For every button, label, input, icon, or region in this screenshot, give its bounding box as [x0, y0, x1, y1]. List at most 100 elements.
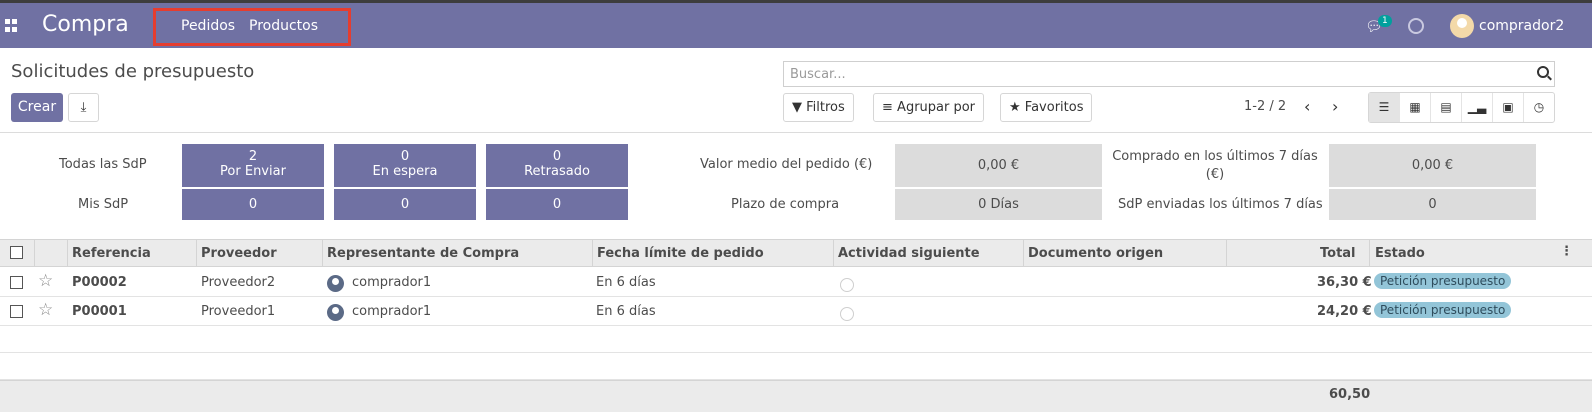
- tile-waiting[interactable]: 0 En espera: [334, 144, 476, 187]
- search-box: [783, 61, 1555, 87]
- app-brand[interactable]: Compra: [42, 12, 129, 37]
- tile-label: Por Enviar: [220, 164, 286, 179]
- download-icon: ⤓: [80, 100, 87, 115]
- favorites-label: Favoritos: [1024, 100, 1084, 115]
- column-separator: [1226, 240, 1227, 267]
- create-button[interactable]: Crear: [11, 93, 63, 122]
- column-separator: [196, 240, 197, 267]
- tile-my-waiting[interactable]: 0: [334, 189, 476, 220]
- buyer-avatar: [327, 275, 344, 292]
- user-name[interactable]: comprador2: [1479, 18, 1564, 34]
- pager-previous-icon[interactable]: ‹: [1304, 97, 1310, 116]
- row-vendor: Proveedor1: [201, 304, 276, 319]
- header-fecha-limite[interactable]: Fecha límite de pedido: [597, 246, 764, 261]
- page-title: Solicitudes de presupuesto: [11, 61, 255, 82]
- row-checkbox[interactable]: [10, 276, 23, 289]
- purchased-7d-label: Comprado en los últimos 7 días (€): [1112, 149, 1318, 182]
- footer-total: 60,50: [1329, 387, 1371, 402]
- lead-time-label: Plazo de compra: [731, 197, 840, 212]
- menu-item-pedidos[interactable]: Pedidos: [181, 18, 235, 34]
- column-separator: [833, 240, 834, 267]
- pager-value[interactable]: 1-2 / 2: [1244, 99, 1286, 114]
- tile-to-send[interactable]: 2 Por Enviar: [182, 144, 324, 187]
- activity-clock-icon[interactable]: [1408, 18, 1424, 34]
- row-reference: P00002: [72, 275, 127, 290]
- list-view-icon[interactable]: ☰: [1369, 93, 1400, 122]
- header-actividad[interactable]: Actividad siguiente: [838, 246, 980, 261]
- view-switcher: ☰ ▦ ▤ ▁▃ ▣ ◷: [1368, 92, 1555, 123]
- filters-button[interactable]: ▼ Filtros: [783, 93, 854, 122]
- status-badge: Petición presupuesto: [1374, 302, 1512, 318]
- search-input[interactable]: [784, 62, 1524, 86]
- list-bars-icon: ≡: [882, 100, 893, 115]
- menu-item-productos[interactable]: Productos: [249, 18, 318, 34]
- priority-star-icon[interactable]: ☆: [38, 271, 53, 291]
- star-icon: ★: [1009, 100, 1021, 115]
- column-separator: [34, 240, 35, 267]
- top-navbar: Compra Pedidos Productos 💬︎ 1 comprador2: [0, 0, 1592, 48]
- empty-row: [0, 353, 1592, 380]
- avg-order-value: 0,00 €: [895, 144, 1102, 187]
- status-badge: Petición presupuesto: [1374, 273, 1512, 289]
- row-deadline: En 6 días: [596, 304, 656, 319]
- tile-count: 2: [248, 149, 258, 164]
- header-representante[interactable]: Representante de Compra: [327, 246, 519, 261]
- pivot-view-icon[interactable]: ▤: [1431, 93, 1462, 122]
- select-all-checkbox[interactable]: [10, 246, 23, 259]
- header-proveedor[interactable]: Proveedor: [201, 246, 277, 261]
- table-row[interactable]: ☆ P00002 Proveedor2 comprador1 En 6 días…: [0, 268, 1592, 297]
- chat-badge: 1: [1378, 15, 1392, 27]
- apps-grid-icon[interactable]: [5, 19, 19, 33]
- download-button[interactable]: ⤓: [68, 93, 99, 122]
- table-row[interactable]: ☆ P00001 Proveedor1 comprador1 En 6 días…: [0, 297, 1592, 326]
- row-checkbox[interactable]: [10, 305, 23, 318]
- kanban-view-icon[interactable]: ▦: [1400, 93, 1431, 122]
- column-separator: [67, 240, 68, 267]
- filters-label: Filtros: [806, 100, 845, 115]
- column-separator: [1369, 240, 1370, 267]
- purchased-7d-value: 0,00 €: [1329, 144, 1536, 187]
- rfq-sent-7d-value: 0: [1329, 189, 1536, 220]
- optional-columns-icon[interactable]: ⋮: [1560, 244, 1573, 259]
- tile-label: En espera: [372, 164, 438, 179]
- table-header: Referencia Proveedor Representante de Co…: [0, 239, 1592, 267]
- tile-label: Retrasado: [524, 164, 590, 179]
- user-avatar[interactable]: [1450, 14, 1474, 38]
- graph-view-icon[interactable]: ▁▃: [1462, 93, 1493, 122]
- tile-my-to-send[interactable]: 0: [182, 189, 324, 220]
- avg-order-label: Valor medio del pedido (€): [700, 157, 873, 172]
- row-total: 36,30 €: [1317, 275, 1372, 290]
- row-vendor: Proveedor2: [201, 275, 276, 290]
- activity-clock-icon[interactable]: [840, 307, 854, 321]
- header-documento-origen[interactable]: Documento origen: [1028, 246, 1163, 261]
- group-by-button[interactable]: ≡ Agrupar por: [873, 93, 985, 122]
- activity-clock-icon[interactable]: [840, 278, 854, 292]
- header-referencia[interactable]: Referencia: [72, 246, 151, 261]
- row-deadline: En 6 días: [596, 275, 656, 290]
- row-total: 24,20 €: [1317, 304, 1372, 319]
- filter-icon: ▼: [792, 100, 802, 115]
- header-total[interactable]: Total: [1320, 246, 1356, 261]
- search-icon[interactable]: [1537, 66, 1549, 78]
- activity-view-icon[interactable]: ◷: [1524, 93, 1554, 122]
- all-rfq-label: Todas las SdP: [59, 157, 147, 172]
- pager-next-icon[interactable]: ›: [1332, 97, 1338, 116]
- tile-my-late[interactable]: 0: [486, 189, 628, 220]
- tile-late[interactable]: 0 Retrasado: [486, 144, 628, 187]
- row-buyer: comprador1: [352, 275, 432, 290]
- group-by-label: Agrupar por: [897, 100, 976, 115]
- row-buyer: comprador1: [352, 304, 432, 319]
- divider: [0, 132, 1592, 133]
- row-reference: P00001: [72, 304, 127, 319]
- priority-star-icon[interactable]: ☆: [38, 300, 53, 320]
- column-separator: [1023, 240, 1024, 267]
- buyer-avatar: [327, 304, 344, 321]
- calendar-view-icon[interactable]: ▣: [1493, 93, 1524, 122]
- column-separator: [592, 240, 593, 267]
- table-footer: 60,50: [0, 380, 1592, 412]
- header-estado[interactable]: Estado: [1375, 246, 1425, 261]
- favorites-button[interactable]: ★ Favoritos: [1000, 93, 1093, 122]
- tile-count: 0: [552, 149, 562, 164]
- my-rfq-label: Mis SdP: [78, 197, 129, 212]
- rfq-sent-7d-label: SdP enviadas los últimos 7 días: [1118, 197, 1323, 212]
